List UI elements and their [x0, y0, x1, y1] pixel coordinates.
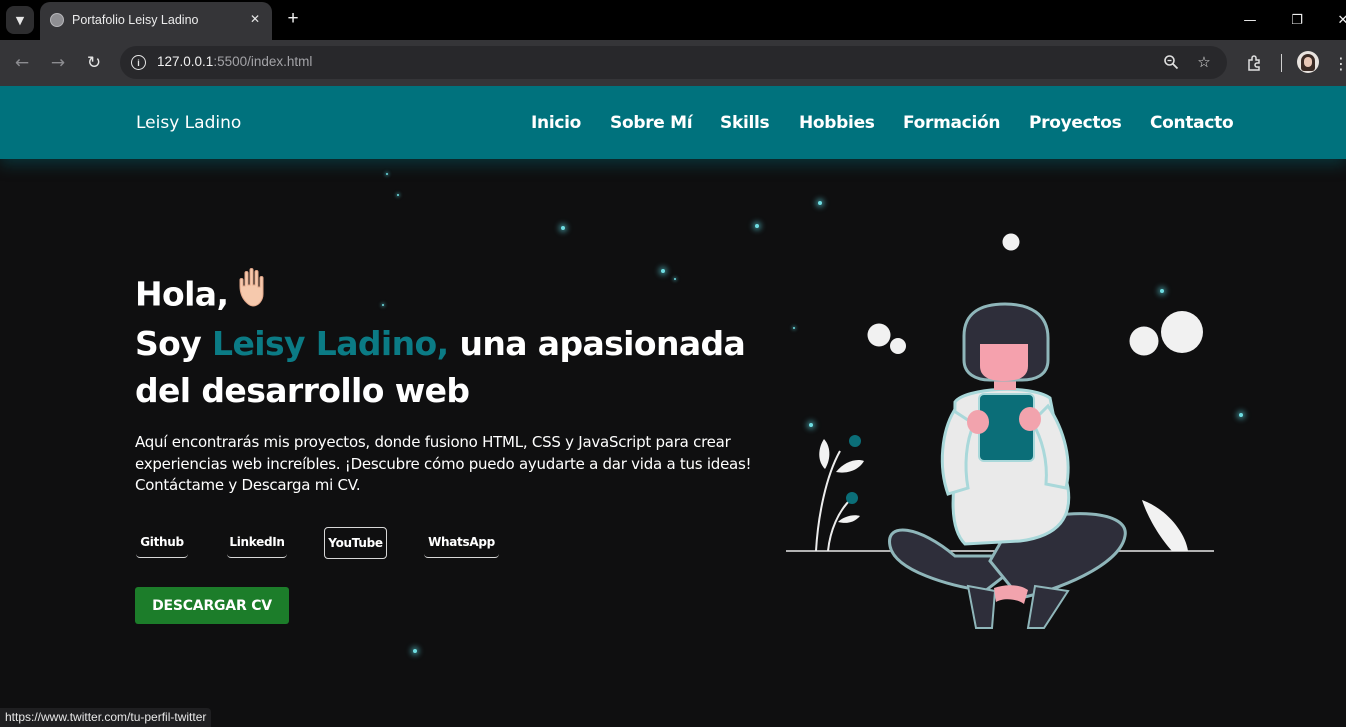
download-cv-button[interactable]: DESCARGAR CV	[135, 587, 289, 624]
browser-tab-strip: ▼ Portafolio Leisy Ladino ✕ + — ❐ ✕	[0, 0, 1346, 40]
nav-inicio[interactable]: Inicio	[531, 113, 581, 133]
waving-hand-icon	[234, 266, 278, 318]
figure-face	[980, 344, 1028, 381]
minimize-button[interactable]: —	[1237, 8, 1263, 32]
plant-leaf	[838, 515, 860, 523]
browser-menu-icon[interactable]: ⋮	[1329, 51, 1346, 75]
nav-skills[interactable]: Skills	[720, 113, 770, 133]
decorative-star	[661, 269, 665, 273]
hero-name: Leisy Ladino,	[212, 324, 449, 363]
decorative-star	[561, 226, 565, 230]
plant-stem	[827, 497, 853, 552]
decorative-star	[1239, 413, 1243, 417]
hero-intro-line3: del desarrollo web	[135, 371, 470, 410]
plant-bud	[849, 435, 861, 447]
address-bar[interactable]: i 127.0.0.1:5500/index.html ☆	[120, 46, 1227, 79]
back-button[interactable]: ←	[10, 51, 34, 75]
site-header: Leisy Ladino Inicio Sobre Mí Skills Hobb…	[0, 86, 1346, 159]
profile-avatar[interactable]	[1297, 51, 1319, 73]
hero-greeting: Hola,	[135, 268, 278, 318]
close-window-button[interactable]: ✕	[1330, 8, 1346, 32]
tab-search-menu-button[interactable]: ▼	[6, 6, 34, 34]
nav-sobre-mi[interactable]: Sobre Mí	[610, 113, 693, 133]
figure-ankle	[994, 585, 1028, 604]
decorative-star	[755, 224, 759, 228]
web-page: Leisy Ladino Inicio Sobre Mí Skills Hobb…	[0, 86, 1346, 727]
bookmark-star-icon[interactable]: ☆	[1194, 52, 1214, 72]
figure-shoe	[1026, 584, 1070, 629]
figure-hand	[967, 410, 989, 434]
nav-contacto[interactable]: Contacto	[1150, 113, 1234, 133]
hero-illustration	[786, 233, 1214, 629]
decorative-star	[397, 194, 399, 196]
hero-description: Aquí encontrarás mis proyectos, donde fu…	[135, 433, 752, 494]
forward-button[interactable]: →	[46, 51, 70, 75]
whatsapp-link[interactable]: WhatsApp	[424, 526, 499, 558]
decorative-star	[382, 304, 384, 306]
bubble-shape	[890, 338, 906, 354]
tab-title: Portafolio Leisy Ladino	[72, 13, 199, 27]
figure-hand	[1019, 407, 1041, 431]
bubble-shape	[867, 323, 891, 347]
hero-intro: Soy Leisy Ladino, una apasionada	[135, 324, 746, 363]
bubble-shape	[1129, 326, 1159, 356]
nav-proyectos[interactable]: Proyectos	[1029, 113, 1122, 133]
nav-hobbies[interactable]: Hobbies	[799, 113, 875, 133]
close-icon[interactable]: ✕	[246, 10, 264, 28]
decorative-star	[386, 173, 388, 175]
plant-leaf	[819, 439, 830, 469]
site-info-icon[interactable]: i	[131, 55, 146, 70]
globe-icon	[50, 13, 64, 27]
bubble-shape	[1161, 311, 1203, 353]
plant-leaf	[836, 460, 864, 473]
toolbar-divider	[1281, 54, 1282, 72]
new-tab-button[interactable]: +	[282, 8, 304, 30]
link-status-bar: https://www.twitter.com/tu-perfil-twitte…	[0, 708, 212, 727]
reload-button[interactable]: ↻	[82, 51, 106, 75]
linkedin-link[interactable]: LinkedIn	[227, 526, 287, 558]
plant-bud	[846, 492, 858, 504]
address-url[interactable]: 127.0.0.1:5500/index.html	[157, 54, 312, 69]
restore-button[interactable]: ❐	[1284, 8, 1310, 32]
figure-shoe	[966, 584, 997, 629]
github-link[interactable]: Github	[136, 526, 188, 558]
leaf-shape	[1142, 500, 1188, 551]
decorative-star	[674, 278, 676, 280]
nav-formacion[interactable]: Formación	[903, 113, 1000, 133]
zoom-icon[interactable]	[1161, 52, 1181, 72]
site-brand[interactable]: Leisy Ladino	[136, 113, 241, 133]
bubble-shape	[1002, 233, 1020, 251]
youtube-link[interactable]: YouTube	[324, 527, 387, 559]
decorative-star	[818, 201, 822, 205]
decorative-star	[413, 649, 417, 653]
extensions-icon[interactable]	[1243, 51, 1267, 75]
browser-toolbar: ← → ↻ i 127.0.0.1:5500/index.html ☆ ⋮	[0, 40, 1346, 86]
plant-stem	[815, 450, 841, 552]
browser-tab-active[interactable]: Portafolio Leisy Ladino ✕	[40, 2, 272, 40]
